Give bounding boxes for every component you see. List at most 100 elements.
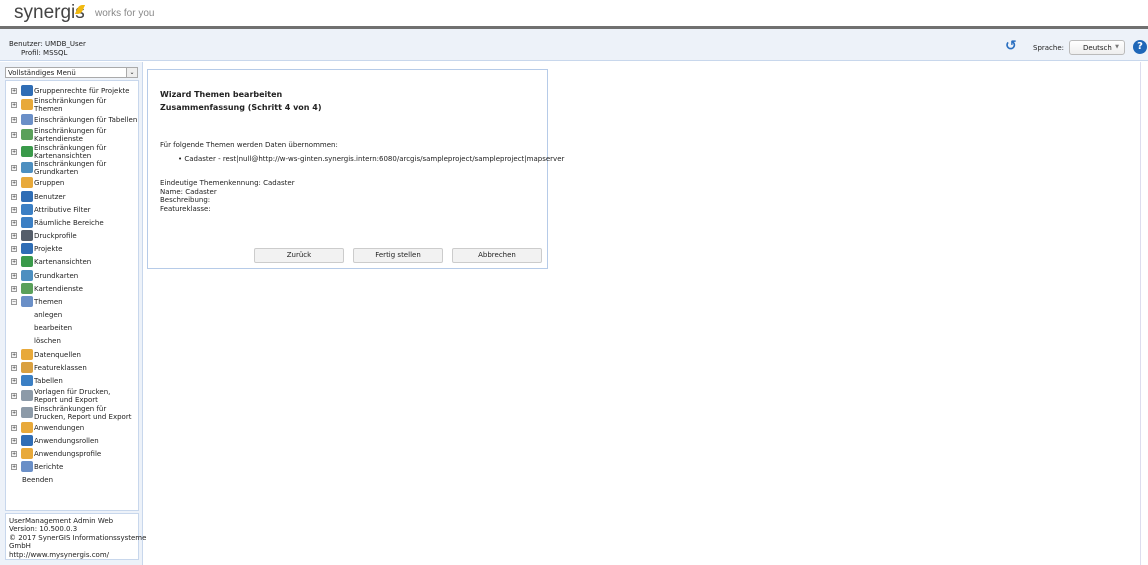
tree-item-label: Attributive Filter — [34, 206, 91, 214]
about-line: UserManagement Admin Web — [9, 517, 135, 525]
benutzer-icon — [21, 191, 33, 202]
tree-item-kartendienste[interactable]: +Kartendienste — [6, 282, 138, 295]
tree-item-label: Einschränkungen für Tabellen — [34, 116, 137, 124]
language-label: Sprache: — [1033, 44, 1064, 52]
tree-item-einschränkungen-für-tabellen[interactable]: + Einschränkungen für Tabellen — [6, 114, 138, 127]
expand-icon[interactable]: + — [11, 220, 17, 226]
tree-item-projekte[interactable]: +Projekte — [6, 243, 138, 256]
tree-item-gruppenrechte-für-projekte[interactable]: + Gruppenrechte für Projekte — [6, 84, 138, 97]
theme-source: Cadaster - rest|null@http://w-ws-ginten.… — [184, 155, 564, 163]
tree-item-label: Einschränkungen für Kartenansichten — [34, 144, 106, 160]
chevron-down-icon[interactable]: ⌄ — [126, 68, 137, 77]
tree-item-vorlagen-für-drucken-report-und-export[interactable]: +Vorlagen für Drucken, Report und Export — [6, 388, 138, 405]
räumliche-bereiche-icon — [21, 217, 33, 228]
exit-link[interactable]: Beenden — [6, 474, 138, 487]
tree-item-einschränkungen-für-kartendienste[interactable]: + Einschränkungen für Kartendienste — [6, 127, 138, 144]
profile-label: Profil: MSSQL — [21, 49, 67, 57]
detail-description: Beschreibung: — [160, 196, 295, 205]
tree-item-attributive-filter[interactable]: + Attributive Filter — [6, 203, 138, 216]
back-button[interactable]: Zurück — [254, 248, 344, 263]
expand-icon[interactable]: + — [11, 180, 17, 186]
tree-item-label: Benutzer — [34, 193, 66, 201]
expand-icon[interactable]: + — [11, 464, 17, 470]
tree-item-anwendungsrollen[interactable]: + Anwendungsrollen — [6, 434, 138, 447]
berichte-icon — [21, 461, 33, 472]
tree-item-label: Gruppenrechte für Projekte — [34, 87, 129, 95]
tree-item-benutzer[interactable]: + Benutzer — [6, 190, 138, 203]
tree-item-label: Einschränkungen für Grundkarten — [34, 160, 106, 176]
expand-icon[interactable]: + — [11, 194, 17, 200]
tree-item-label: Anwendungsprofile — [34, 450, 101, 458]
tree-item-einschränkungen-für-kartenansichten[interactable]: + Einschränkungen für Kartenansichten — [6, 144, 138, 161]
top-header: synergis works for you — [0, 0, 1148, 27]
collapse-icon[interactable]: − — [11, 299, 17, 305]
anwendungsrollen-icon — [21, 435, 33, 446]
tree-item-druckprofile[interactable]: +Druckprofile — [6, 230, 138, 243]
help-icon[interactable]: ? — [1133, 40, 1147, 54]
expand-icon[interactable]: + — [11, 149, 17, 155]
theme-list-item: • Cadaster - rest|null@http://w-ws-ginte… — [178, 155, 564, 163]
about-line: GmbH — [9, 542, 135, 550]
menu-select[interactable]: Vollständiges Menü⌄ — [5, 67, 138, 78]
tree-item-gruppen[interactable]: +Gruppen — [6, 177, 138, 190]
expand-icon[interactable]: + — [11, 365, 17, 371]
tree-item-anwendungsprofile[interactable]: + Anwendungsprofile — [6, 447, 138, 460]
expand-icon[interactable]: + — [11, 246, 17, 252]
expand-icon[interactable]: + — [11, 352, 17, 358]
expand-icon[interactable]: + — [11, 102, 17, 108]
finish-button[interactable]: Fertig stellen — [353, 248, 443, 263]
tree-item-label: Einschränkungen für Themen — [34, 97, 106, 113]
expand-icon[interactable]: + — [11, 425, 17, 431]
expand-icon[interactable]: + — [11, 207, 17, 213]
tree-item-datenquellen[interactable]: +Datenquellen — [6, 348, 138, 361]
tree-item-themen[interactable]: −Themen — [6, 295, 138, 308]
language-select[interactable]: Deutsch▼ — [1069, 40, 1125, 55]
tree-subitem-löschen[interactable]: löschen — [6, 335, 138, 348]
tree-item-anwendungen[interactable]: + Anwendungen — [6, 421, 138, 434]
tree-item-label: Anwendungen — [34, 424, 84, 432]
tree-item-einschränkungen-für-drucken-report-und-export[interactable]: +Einschränkungen für Drucken, Report und… — [6, 404, 138, 421]
expand-icon[interactable]: + — [11, 88, 17, 94]
tree-item-einschränkungen-für-grundkarten[interactable]: + Einschränkungen für Grundkarten — [6, 160, 138, 177]
expand-icon[interactable]: + — [11, 165, 17, 171]
tree-item-featureklassen[interactable]: +Featureklassen — [6, 361, 138, 374]
grundkarten-icon — [21, 270, 33, 281]
cancel-button[interactable]: Abbrechen — [452, 248, 542, 263]
expand-icon[interactable]: + — [11, 451, 17, 457]
einschränkungen-für-tabellen-icon — [21, 114, 33, 125]
expand-icon[interactable]: + — [11, 273, 17, 279]
sidebar: Vollständiges Menü⌄ + Gruppenrechte für P… — [0, 62, 143, 565]
slogan: works for you — [95, 8, 154, 19]
tree-item-einschränkungen-für-themen[interactable]: + Einschränkungen für Themen — [6, 97, 138, 114]
website-link[interactable]: http://www.mysynergis.com/ — [9, 551, 109, 559]
kartendienste-icon — [21, 283, 33, 294]
wizard-panel: Wizard Themen bearbeiten Zusammenfassung… — [147, 69, 548, 269]
expand-icon[interactable]: + — [11, 286, 17, 292]
expand-icon[interactable]: + — [11, 393, 17, 399]
tree-item-label: Anwendungsrollen — [34, 437, 99, 445]
tree-item-kartenansichten[interactable]: +Kartenansichten — [6, 256, 138, 269]
gruppen-icon — [21, 177, 33, 188]
expand-icon[interactable]: + — [11, 259, 17, 265]
tree-item-tabellen[interactable]: +Tabellen — [6, 375, 138, 388]
druckprofile-icon — [21, 230, 33, 241]
vorlagen-für-drucken-report-und-export-icon — [21, 390, 33, 401]
expand-icon[interactable]: + — [11, 378, 17, 384]
wizard-step: Zusammenfassung (Schritt 4 von 4) — [160, 101, 322, 114]
gruppenrechte-für-projekte-icon — [21, 85, 33, 96]
tree-item-label: Einschränkungen für Kartendienste — [34, 127, 106, 143]
tree-item-räumliche-bereiche[interactable]: +Räumliche Bereiche — [6, 216, 138, 229]
scrollbar[interactable] — [1140, 62, 1148, 565]
expand-icon[interactable]: + — [11, 117, 17, 123]
expand-icon[interactable]: + — [11, 233, 17, 239]
tree-subitem-bearbeiten[interactable]: bearbeiten — [6, 322, 138, 335]
about-box: UserManagement Admin Web Version: 10.500… — [5, 513, 139, 560]
expand-icon[interactable]: + — [11, 410, 17, 416]
expand-icon[interactable]: + — [11, 132, 17, 138]
tree-subitem-anlegen[interactable]: anlegen — [6, 309, 138, 322]
expand-icon[interactable]: + — [11, 438, 17, 444]
tree-item-berichte[interactable]: +Berichte — [6, 461, 138, 474]
refresh-icon[interactable]: ↺ — [1005, 39, 1017, 53]
about-line: © 2017 SynerGIS Informationssysteme — [9, 534, 135, 542]
tree-item-grundkarten[interactable]: +Grundkarten — [6, 269, 138, 282]
